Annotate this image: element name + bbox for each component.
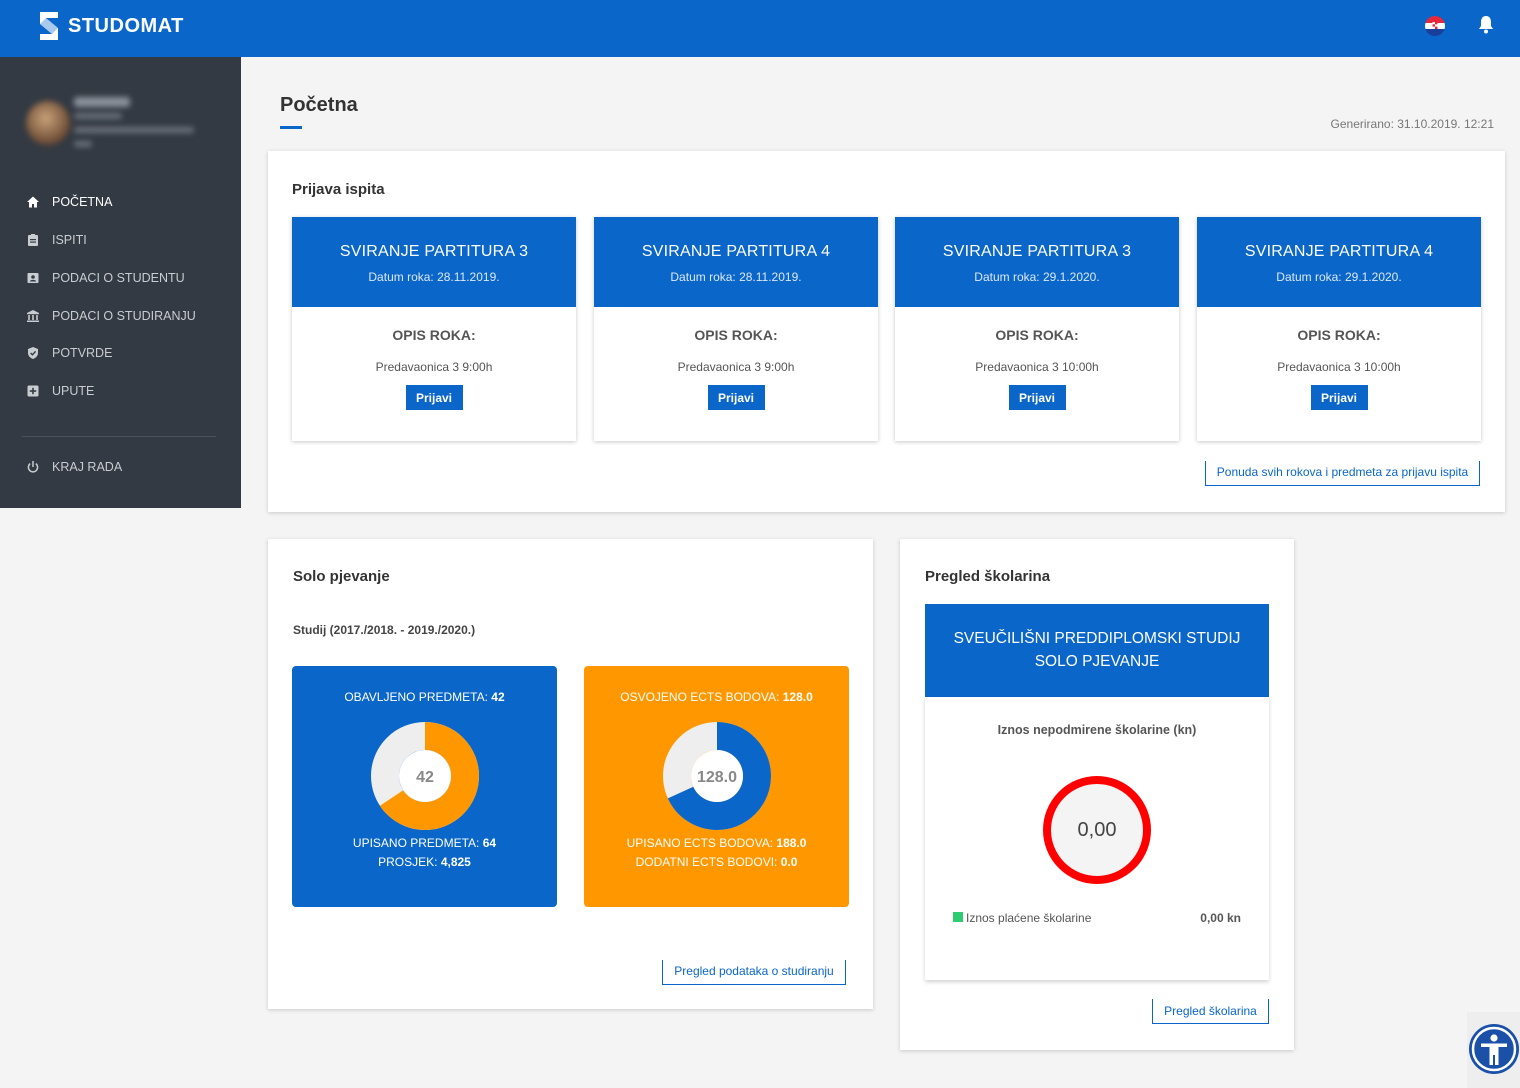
clipboard-icon	[28, 234, 38, 246]
exam-name: SVIRANJE PARTITURA 3	[942, 243, 1132, 260]
legend-swatch	[953, 912, 963, 922]
unpaid-fee-value: 0,00	[1077, 818, 1117, 841]
exam-room: Predavaonica 3 10:00h	[1277, 360, 1401, 374]
power-icon	[27, 461, 39, 473]
donut-center-value: 128.0	[697, 769, 737, 786]
exam-registration-title: Prijava ispita	[292, 181, 385, 198]
exam-date: Datum roka: 28.11.2019.	[368, 270, 500, 284]
exam-name: SVIRANJE PARTITURA 4	[1244, 243, 1434, 260]
fee-box: Iznos nepodmirene školarine (kn) 0,00 Iz…	[925, 697, 1269, 980]
fees-details-link-label: Pregled školarina	[1164, 1004, 1257, 1018]
register-button[interactable]: Prijavi	[1008, 385, 1066, 410]
sidebar-item-label: PODACI O STUDENTU	[52, 271, 185, 285]
sidebar-item-label: PODACI O STUDIRANJU	[52, 309, 196, 323]
exam-date: Datum roka: 29.1.2020.	[1276, 270, 1402, 284]
sidebar-item-label: POČETNA	[52, 195, 113, 209]
exam-card-header: SVIRANJE PARTITURA 4 Datum roka: 29.1.20…	[1197, 217, 1481, 307]
shield-check-icon	[28, 347, 38, 359]
ects-stat-box: OSVOJENO ECTS BODOVA: 128.0 128.0 UPISAN…	[584, 666, 849, 907]
croatian-flag-icon[interactable]	[1425, 16, 1445, 36]
all-exams-link-label: Ponuda svih rokova i predmeta za prijavu…	[1216, 465, 1469, 479]
ects-extra: DODATNI ECTS BODOVI: 0.0	[635, 855, 798, 869]
sidebar-item-label: UPUTE	[52, 384, 95, 398]
app-name: STUDOMAT	[68, 14, 184, 37]
plus-box-icon	[27, 385, 39, 397]
sidebar-item-upute[interactable]: UPUTE	[26, 384, 94, 398]
studomat-logo-icon	[40, 12, 58, 40]
page-title: Početna	[280, 94, 358, 116]
register-button[interactable]: Prijavi	[405, 385, 463, 410]
exam-card-header: SVIRANJE PARTITURA 3 Datum roka: 28.11.2…	[292, 217, 576, 307]
exam-date: Datum roka: 28.11.2019.	[670, 270, 802, 284]
exam-date: Datum roka: 29.1.2020.	[974, 270, 1100, 284]
paid-fee-label: Iznos plaćene školarine	[966, 911, 1092, 925]
sidebar-item-potvrde[interactable]: POTVRDE	[26, 346, 112, 360]
ects-enrolled: UPISANO ECTS BODOVA: 188.0	[626, 836, 807, 850]
donut-center-value: 42	[416, 769, 434, 786]
sidebar-item-pocetna[interactable]: POČETNA	[26, 195, 112, 209]
fees-details-link[interactable]: Pregled školarina	[1152, 998, 1269, 1024]
exam-description-label: OPIS ROKA:	[694, 327, 778, 343]
unpaid-fee-circle: 0,00	[1043, 776, 1151, 884]
sidebar-item-label: POTVRDE	[52, 346, 113, 360]
exam-description-label: OPIS ROKA:	[1297, 327, 1381, 343]
exam-name: SVIRANJE PARTITURA 4	[641, 243, 831, 260]
exam-room: Predavaonica 3 9:00h	[677, 360, 795, 374]
sidebar-divider	[22, 436, 216, 437]
ects-earned: OSVOJENO ECTS BODOVA: 128.0	[620, 690, 813, 704]
paid-fee-value: 0,00 kn	[1200, 911, 1241, 925]
logout-label: KRAJ RADA	[52, 460, 123, 474]
fee-program-header: SVEUČILIŠNI PREDDIPLOMSKI STUDIJ SOLO PJ…	[925, 604, 1269, 697]
sidebar-item-label: ISPITI	[52, 233, 87, 247]
exam-room: Predavaonica 3 9:00h	[375, 360, 493, 374]
exam-description-label: OPIS ROKA:	[995, 327, 1079, 343]
register-button[interactable]: Prijavi	[707, 385, 765, 410]
grade-average: PROSJEK: 4,825	[378, 855, 471, 869]
institution-icon	[27, 310, 39, 322]
fee-program-line2: SOLO PJEVANJE	[1034, 653, 1160, 670]
subjects-enrolled: UPISANO PREDMETA: 64	[352, 836, 497, 850]
home-icon	[27, 196, 39, 208]
generated-timestamp: Generirano: 31.10.2019. 12:21	[1330, 117, 1494, 131]
id-card-icon	[27, 273, 39, 283]
exam-card: SVIRANJE PARTITURA 4 Datum roka: 28.11.2…	[594, 217, 878, 441]
fee-program-line1: SVEUČILIŠNI PREDDIPLOMSKI STUDIJ	[953, 630, 1241, 647]
avatar	[26, 101, 70, 145]
sidebar-item-podaci-o-studiranju[interactable]: PODACI O STUDIRANJU	[26, 309, 196, 323]
studomat-logo[interactable]: STUDOMAT	[36, 10, 184, 42]
accessibility-icon	[1469, 1024, 1519, 1074]
subjects-stat-box: OBAVLJENO PREDMETA: 42 42 UPISANO PREDME…	[292, 666, 557, 907]
register-button[interactable]: Prijavi	[1310, 385, 1368, 410]
exam-card-header: SVIRANJE PARTITURA 3 Datum roka: 29.1.20…	[895, 217, 1179, 307]
top-bar: STUDOMAT	[0, 0, 1520, 57]
unpaid-fee-label: Iznos nepodmirene školarine (kn)	[997, 723, 1197, 737]
exam-card: SVIRANJE PARTITURA 3 Datum roka: 29.1.20…	[895, 217, 1179, 441]
study-title: Solo pjevanje	[293, 568, 390, 585]
bell-icon[interactable]	[1477, 15, 1495, 35]
sidebar-item-ispiti[interactable]: ISPITI	[26, 233, 87, 247]
user-card[interactable]	[22, 85, 218, 165]
exam-room: Predavaonica 3 10:00h	[975, 360, 1099, 374]
exam-name: SVIRANJE PARTITURA 3	[339, 243, 529, 260]
exam-description-label: OPIS ROKA:	[392, 327, 476, 343]
study-period: Studij (2017./2018. - 2019./2020.)	[293, 623, 476, 637]
study-details-link[interactable]: Pregled podataka o studiranju	[662, 959, 846, 985]
sidebar: POČETNA ISPITI PODACI O STUDENTU PODACI …	[0, 57, 241, 508]
exam-card-header: SVIRANJE PARTITURA 4 Datum roka: 28.11.2…	[594, 217, 878, 307]
fees-title: Pregled školarina	[925, 568, 1051, 585]
study-details-link-label: Pregled podataka o studiranju	[674, 964, 834, 978]
title-underline	[280, 126, 302, 129]
subjects-donut-chart: 42	[371, 722, 479, 830]
all-exams-link[interactable]: Ponuda svih rokova i predmeta za prijavu…	[1205, 460, 1480, 486]
logout-button[interactable]: KRAJ RADA	[26, 460, 122, 474]
exam-card: SVIRANJE PARTITURA 4 Datum roka: 29.1.20…	[1197, 217, 1481, 441]
ects-donut-chart: 128.0	[663, 722, 771, 830]
sidebar-item-podaci-o-studentu[interactable]: PODACI O STUDENTU	[26, 271, 185, 285]
subjects-done: OBAVLJENO PREDMETA: 42	[344, 690, 505, 704]
accessibility-button[interactable]	[1467, 1012, 1520, 1088]
exam-card: SVIRANJE PARTITURA 3 Datum roka: 28.11.2…	[292, 217, 576, 441]
